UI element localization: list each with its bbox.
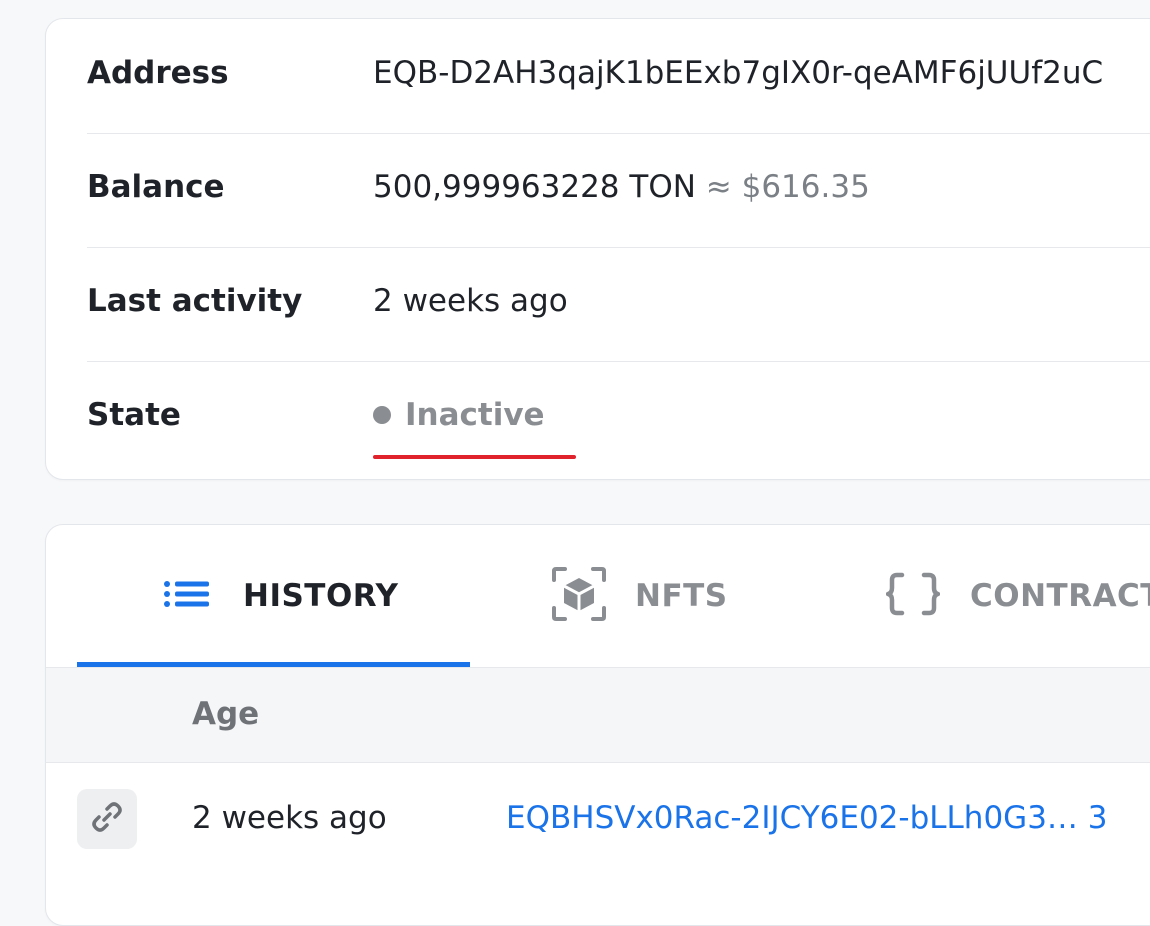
address-row: Address EQB-D2AH3qajK1bEExb7gIX0r-qeAMF6… [87, 19, 1150, 134]
list-icon [163, 579, 211, 613]
braces-icon [885, 572, 941, 620]
balance-fiat: ≈ $616.35 [705, 169, 870, 205]
tab-nfts-label: NFTS [635, 578, 728, 614]
balance-value: 500,999963228 TON ≈ $616.35 [373, 169, 870, 205]
state-row: State Inactive [87, 361, 1150, 475]
last-activity-label: Last activity [87, 283, 303, 319]
tab-history[interactable]: HISTORY [77, 525, 470, 667]
table-row: 2 weeks ago EQBHSVx0Rac-2IJCY6E02-bLLh0G… [46, 763, 1150, 873]
last-activity-value: 2 weeks ago [373, 283, 568, 319]
balance-label: Balance [87, 169, 225, 205]
table-header: Age [46, 668, 1150, 763]
state-label: State [87, 397, 181, 433]
link-icon [90, 800, 124, 838]
row-address-link[interactable]: EQBHSVx0Rac-2IJCY6E02-bLLh0G3… 3 [506, 800, 1108, 836]
column-header-age: Age [192, 696, 260, 732]
status-dot-icon [373, 406, 391, 424]
address-value[interactable]: EQB-D2AH3qajK1bEExb7gIX0r-qeAMF6jUUf2uC [373, 55, 1103, 91]
tab-history-label: HISTORY [243, 578, 399, 614]
balance-row: Balance 500,999963228 TON ≈ $616.35 [87, 133, 1150, 248]
tab-contract-label: CONTRACT [970, 578, 1150, 614]
state-value: Inactive [373, 397, 545, 433]
tab-nfts[interactable]: NFTS [551, 525, 811, 667]
row-age: 2 weeks ago [192, 800, 387, 836]
state-text: Inactive [405, 397, 545, 433]
address-label: Address [87, 55, 229, 91]
link-button[interactable] [77, 789, 137, 849]
account-info-card: Address EQB-D2AH3qajK1bEExb7gIX0r-qeAMF6… [45, 18, 1150, 480]
tab-bar: HISTORY NFTS CONTRACT [46, 525, 1150, 668]
last-activity-row: Last activity 2 weeks ago [87, 247, 1150, 362]
cube-icon [551, 566, 607, 626]
balance-ton: 500,999963228 TON [373, 169, 696, 205]
tab-contract[interactable]: CONTRACT [885, 525, 1150, 667]
history-card: HISTORY NFTS CONTRACT Age 2 weeks ago EQ… [45, 524, 1150, 926]
annotation-underline [373, 455, 576, 459]
